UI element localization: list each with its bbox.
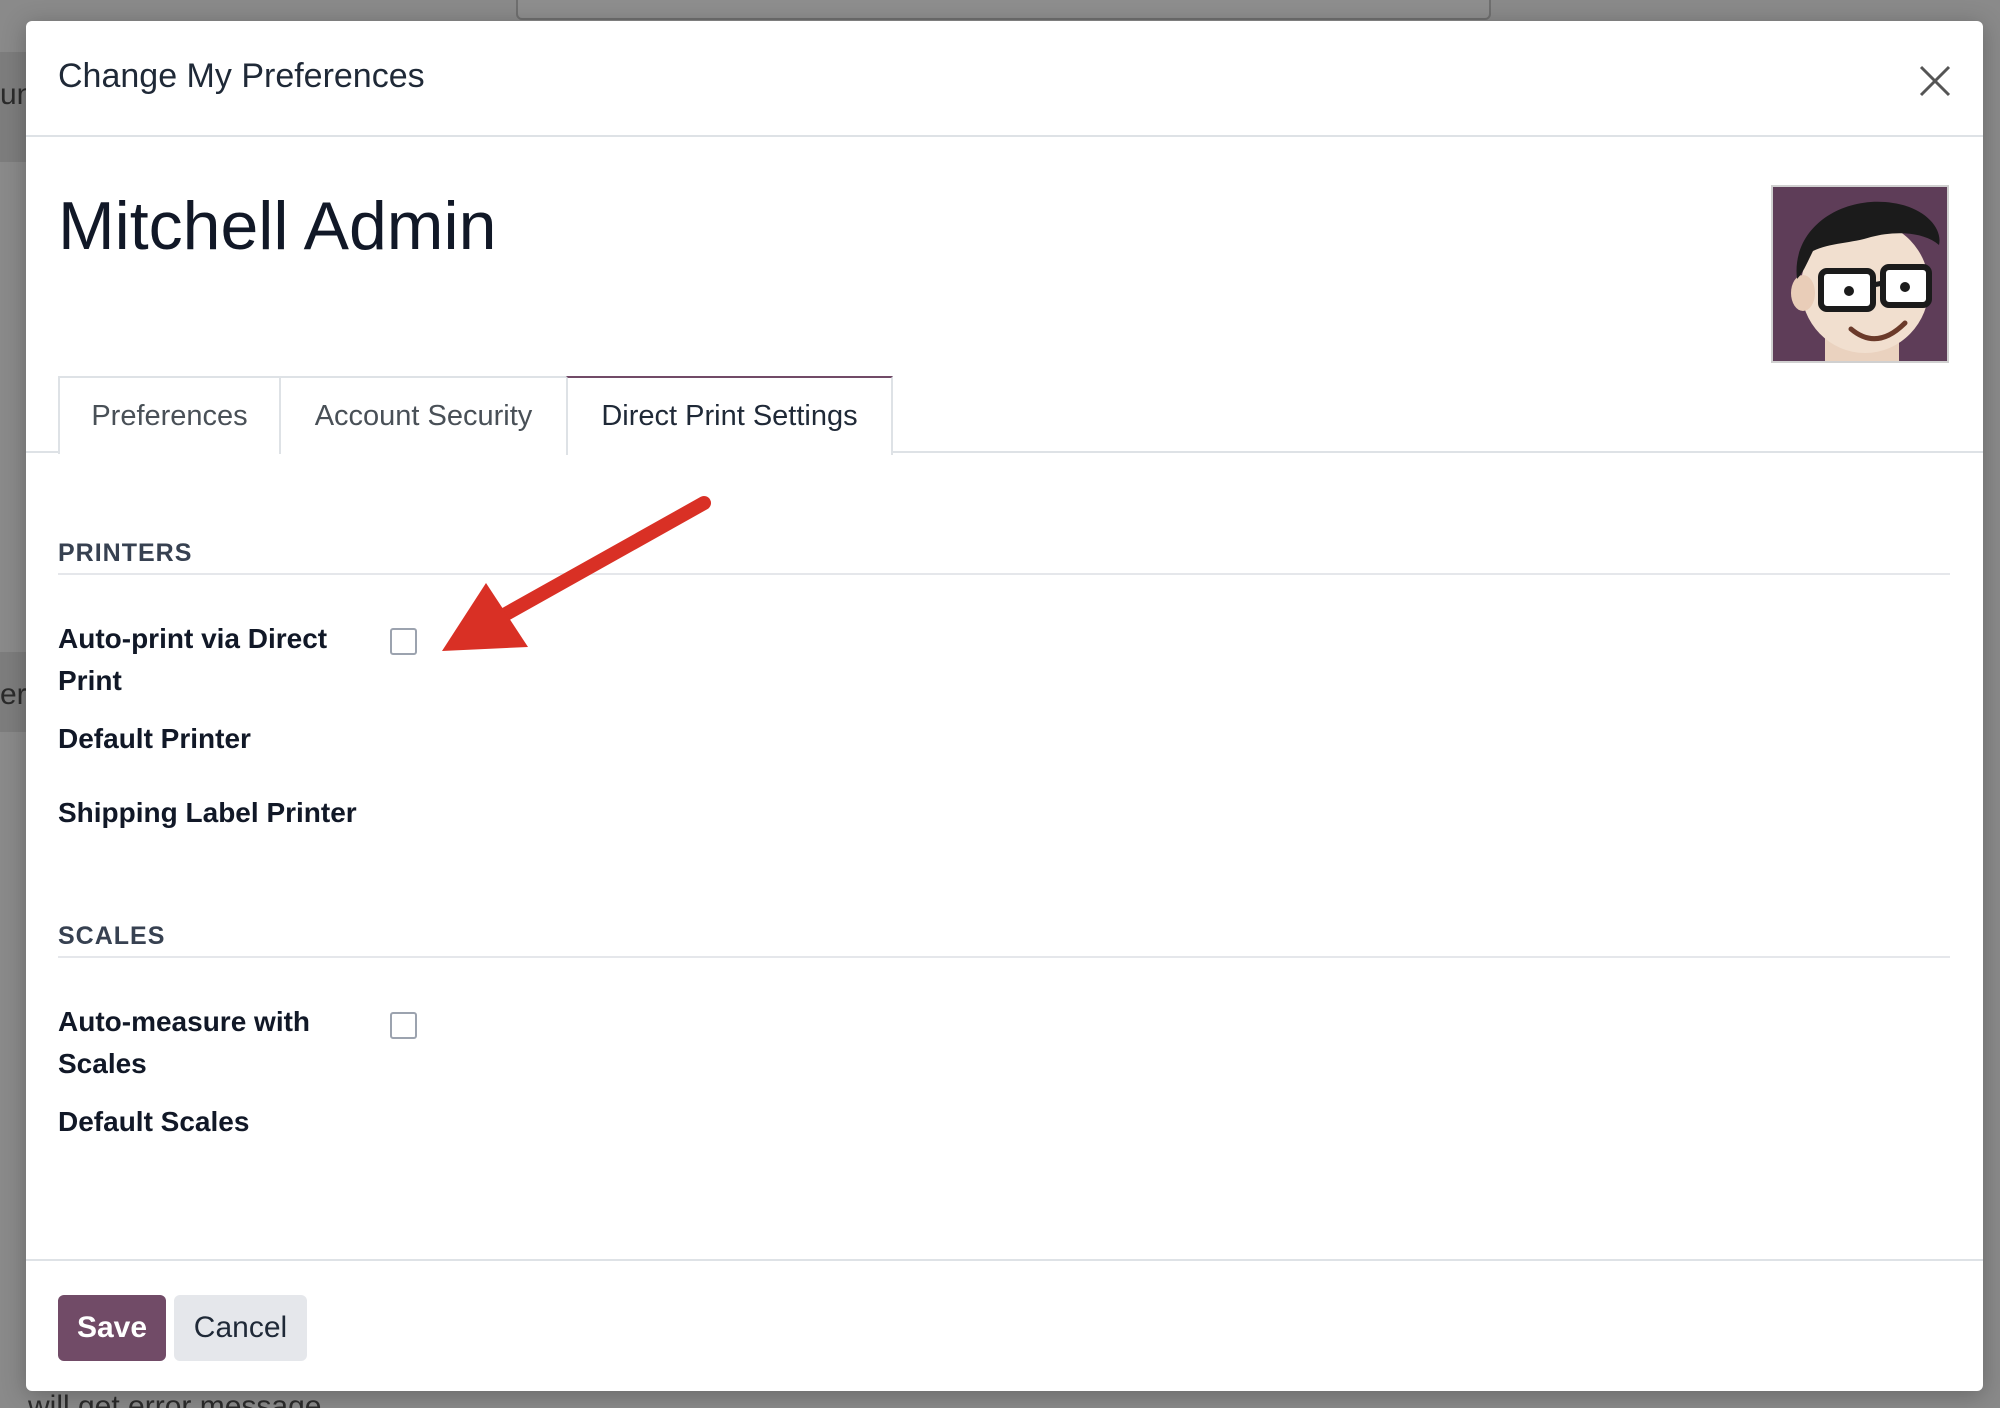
background-text: will get error message bbox=[28, 1390, 322, 1408]
auto-measure-label: Auto-measure with Scales bbox=[58, 1006, 311, 1079]
section-title-printers: PRINTERS bbox=[58, 539, 193, 567]
annotation-arrow-icon bbox=[442, 496, 711, 651]
shipping-label-printer-label: Shipping Label Printer bbox=[58, 797, 357, 828]
avatar[interactable] bbox=[1771, 185, 1949, 363]
section-title-scales: SCALES bbox=[58, 922, 166, 950]
modal-title: Change My Preferences bbox=[58, 57, 425, 95]
default-printer-label: Default Printer bbox=[58, 723, 251, 754]
auto-print-label: Auto-print via Direct Print bbox=[58, 623, 328, 696]
tab-direct-print-settings[interactable]: Direct Print Settings bbox=[566, 376, 893, 455]
tab-account-security[interactable]: Account Security bbox=[279, 376, 568, 454]
preferences-modal: Change My Preferences Mitchell Admin Pre… bbox=[26, 21, 1983, 1391]
tab-label: Preferences bbox=[91, 399, 248, 432]
tab-label: Account Security bbox=[314, 399, 533, 432]
save-button[interactable]: Save bbox=[58, 1295, 166, 1361]
divider bbox=[58, 956, 1950, 958]
modal-footer: Save Cancel bbox=[26, 1259, 1983, 1391]
tab-preferences[interactable]: Preferences bbox=[58, 376, 281, 454]
divider bbox=[58, 573, 1950, 575]
modal-header: Change My Preferences bbox=[26, 21, 1983, 137]
auto-measure-checkbox[interactable] bbox=[390, 1012, 417, 1039]
tab-label: Direct Print Settings bbox=[601, 400, 858, 432]
user-name: Mitchell Admin bbox=[58, 188, 497, 264]
auto-print-checkbox[interactable] bbox=[390, 628, 417, 655]
background-search-bar bbox=[516, 0, 1491, 20]
tab-bar: Preferences Account Security Direct Prin… bbox=[26, 376, 1983, 455]
default-scales-label: Default Scales bbox=[58, 1106, 250, 1137]
cancel-button[interactable]: Cancel bbox=[174, 1295, 307, 1361]
close-icon[interactable] bbox=[1915, 61, 1955, 101]
